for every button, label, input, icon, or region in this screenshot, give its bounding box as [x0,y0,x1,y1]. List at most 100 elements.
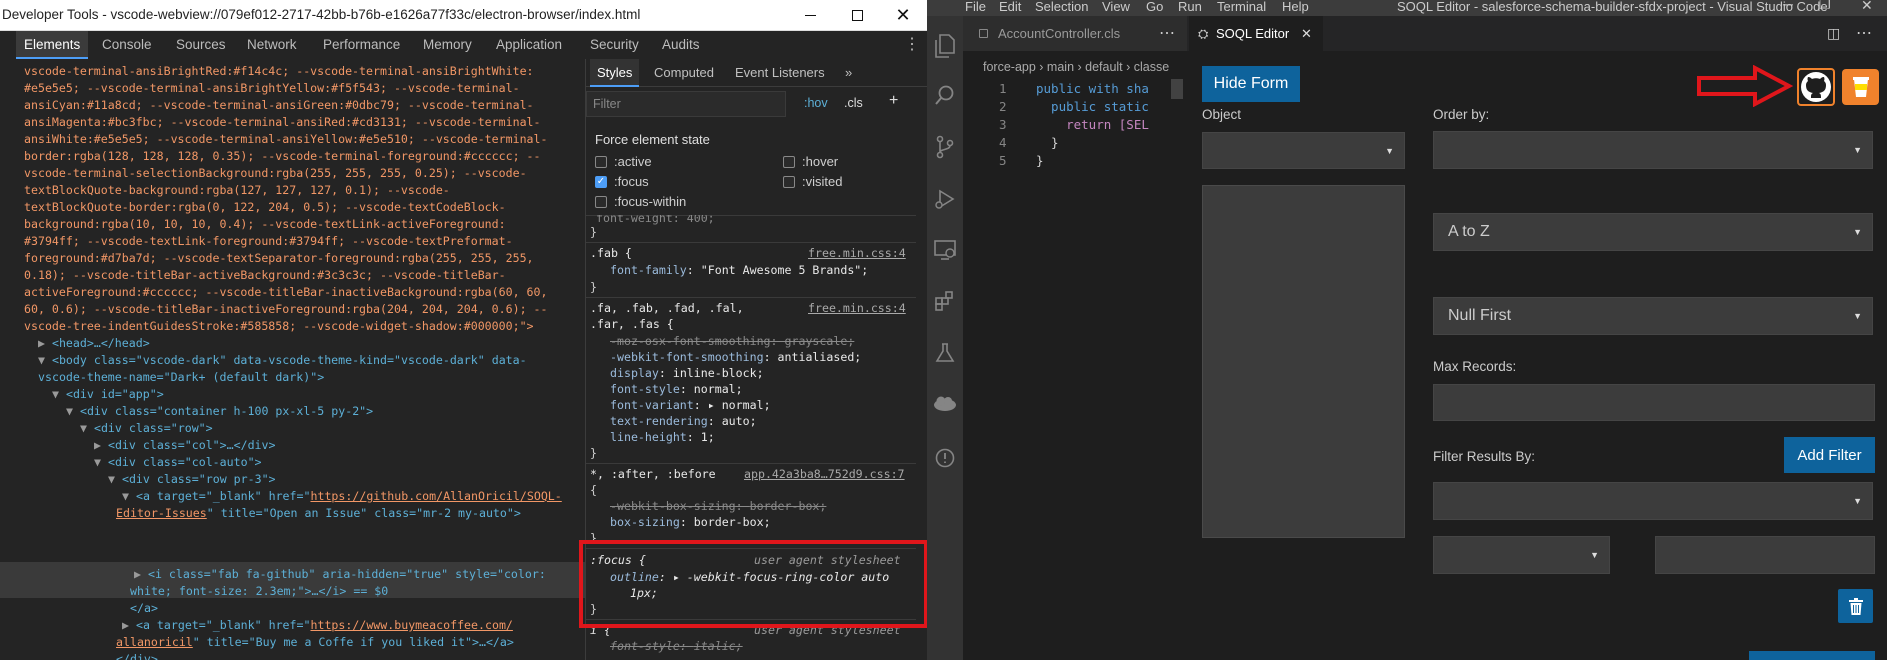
close-button[interactable]: ✕ [1861,0,1873,14]
salesforce-icon[interactable] [927,380,963,428]
tab-application[interactable]: Application [488,31,570,59]
menu-edit[interactable]: Edit [999,0,1021,14]
explorer-icon[interactable] [927,22,963,70]
dom-node-head[interactable]: ▶ <head>…</head> [38,335,150,352]
rule-fab-source[interactable]: free.min.css:4 [808,246,906,260]
dom-node-row-pr3[interactable]: ▼ <div class="row pr-3"> [108,471,276,488]
rule-fa-prop[interactable]: line-height: 1; [610,430,715,444]
tab-computed[interactable]: Computed [647,59,721,87]
dom-node-row[interactable]: ▼ <div class="row"> [80,420,213,437]
tab-elements[interactable]: Elements [16,31,89,59]
menu-terminal[interactable]: Terminal [1217,0,1266,14]
info-icon[interactable] [927,434,963,482]
state-hover-checkbox[interactable] [783,156,795,168]
github-issues-link[interactable]: https://github.com/AllanOricil/SOQL- [310,489,561,503]
tab-network[interactable]: Network [239,31,305,59]
collapse-triangle-icon[interactable]: ▼ [38,353,52,367]
rule-fa-prop[interactable]: text-rendering: auto; [610,414,757,428]
order-by-field-select[interactable]: ▼ [1433,131,1873,169]
rule-universal-prop-strike[interactable]: -webkit-box-sizing: border-box; [610,499,826,513]
tab-soql-editor[interactable]: ⛭ SOQL Editor ✕ [1189,16,1323,51]
rule-universal-prop[interactable]: box-sizing: border-box; [610,515,771,529]
tab-sources[interactable]: Sources [168,31,234,59]
rule-fa-prop[interactable]: font-variant: ▸ normal; [610,398,771,412]
hide-form-button[interactable]: Hide Form [1202,66,1300,102]
filter-value-input[interactable] [1655,536,1875,574]
tab-console[interactable]: Console [94,31,160,59]
cls-toggle[interactable]: .cls [844,96,863,110]
devtools-menu-icon[interactable]: ⋮ [896,31,928,59]
expand-triangle-icon[interactable]: ▶ [122,618,136,632]
source-control-icon[interactable] [927,123,963,171]
rule-fa-prop[interactable]: font-style: normal; [610,382,743,396]
styles-filter-input[interactable]: Filter [586,91,786,117]
tab-event-listeners[interactable]: Event Listeners [728,59,832,87]
dom-node-a-issues[interactable]: ▼ <a target="_blank" href="https://githu… [122,488,562,505]
buymeacoffee-button[interactable] [1842,69,1879,105]
add-filter-button[interactable]: Add Filter [1784,437,1875,473]
buymeacoffee-link[interactable]: https://www.buymeacoffee.com/ [310,618,512,632]
remote-explorer-icon[interactable] [927,226,963,274]
hov-toggle[interactable]: :hov [804,96,828,110]
menu-help[interactable]: Help [1282,0,1309,14]
extensions-icon[interactable] [927,277,963,325]
tab-security[interactable]: Security [582,31,647,59]
rule-i-prop-strike[interactable]: font-style: italic; [610,639,743,653]
collapse-triangle-icon[interactable]: ▼ [108,472,122,486]
object-select[interactable]: ▼ [1202,132,1405,169]
state-focus-within-checkbox[interactable] [595,196,607,208]
editor-more-icon[interactable]: ⋯ [1856,16,1872,51]
rule-fa-prop[interactable]: display: inline-block; [610,366,764,380]
dom-node-i-github[interactable]: ▶ <i class="fab fa-github" aria-hidden="… [134,566,546,583]
testing-icon[interactable] [927,329,963,377]
maximize-button[interactable] [834,0,880,31]
state-focus-checkbox[interactable]: ✓ [595,176,607,188]
collapse-triangle-icon[interactable]: ▼ [94,455,108,469]
close-button[interactable]: ✕ [880,0,926,31]
maximize-button[interactable]: ❐ [1819,0,1831,13]
github-link[interactable] [1797,68,1835,106]
close-tab-icon[interactable]: ✕ [1301,16,1312,51]
run-debug-icon[interactable] [927,175,963,223]
new-style-rule-button[interactable]: + [889,92,898,110]
menu-go[interactable]: Go [1146,0,1163,14]
dom-node-container[interactable]: ▼ <div class="container h-100 px-xl-5 py… [66,403,373,420]
rule-fa-source[interactable]: free.min.css:4 [808,301,906,315]
dom-node-body[interactable]: ▼ <body class="vscode-dark" data-vscode-… [38,352,527,369]
rule-fa-prop[interactable]: -webkit-font-smoothing: antialiased; [610,350,861,364]
dom-node-col[interactable]: ▶ <div class="col">…</div> [94,437,276,454]
state-active-checkbox[interactable] [595,156,607,168]
delete-filter-button[interactable] [1838,589,1873,623]
state-visited-checkbox[interactable] [783,176,795,188]
expand-triangle-icon[interactable]: ▶ [134,567,148,581]
scrollbar[interactable] [1171,79,1183,99]
tab-performance[interactable]: Performance [315,31,408,59]
collapse-triangle-icon[interactable]: ▼ [122,489,136,503]
styles-more-tabs[interactable]: » [838,59,859,87]
order-direction-select[interactable]: A to Z ▼ [1433,213,1873,251]
dom-node-col-auto[interactable]: ▼ <div class="col-auto"> [94,454,262,471]
expand-triangle-icon[interactable]: ▶ [94,438,108,452]
filter-operator-select[interactable]: ▼ [1433,536,1610,574]
expand-triangle-icon[interactable]: ▶ [38,336,52,350]
menu-selection[interactable]: Selection [1035,0,1088,14]
tab-memory[interactable]: Memory [415,31,480,59]
fields-listbox[interactable] [1202,185,1405,538]
filter-field-select[interactable]: ▼ [1433,482,1873,520]
code-editor[interactable]: force-app › main › default › classe 1 pu… [963,51,1187,660]
rule-fab-property[interactable]: font-family: "Font Awesome 5 Brands"; [610,263,868,277]
rule-universal-source[interactable]: app.42a3ba8…752d9.css:7 [744,467,905,481]
dom-node-app[interactable]: ▼ <div id="app"> [52,386,164,403]
split-editor-icon[interactable]: ◫ [1827,16,1840,51]
menu-file[interactable]: File [965,0,986,14]
tab-styles[interactable]: Styles [590,59,640,87]
menu-view[interactable]: View [1102,0,1130,14]
nulls-order-select[interactable]: Null First ▼ [1433,297,1873,335]
search-icon[interactable] [927,71,963,119]
rule-fa-prop-strike[interactable]: -moz-osx-font-smoothing: grayscale; [610,334,854,348]
minimize-button[interactable] [787,0,833,31]
max-records-input[interactable] [1433,384,1875,421]
dom-node-a-coffee[interactable]: ▶ <a target="_blank" href="https://www.b… [122,617,513,634]
more-actions-icon[interactable]: ⋯ [1147,16,1187,51]
collapse-triangle-icon[interactable]: ▼ [66,404,80,418]
